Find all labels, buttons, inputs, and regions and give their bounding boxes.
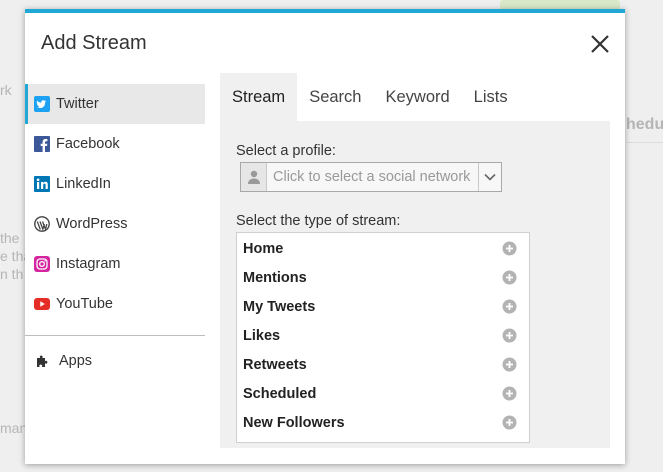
close-icon [591, 35, 609, 53]
stream-type-item[interactable]: Home [237, 234, 529, 263]
add-stream-dialog: Add Stream Twitter Facebook LinkedIn Wor… [25, 9, 625, 464]
plus-circle-icon[interactable] [502, 241, 517, 256]
sidebar-item-apps[interactable]: Apps [25, 341, 205, 381]
tab-search[interactable]: Search [297, 73, 373, 121]
background-text: rk [0, 82, 12, 98]
stream-type-item[interactable]: My Tweets [237, 292, 529, 321]
sidebar-item-label: WordPress [56, 216, 128, 232]
profile-label: Select a profile: [236, 143, 336, 159]
background-text: n th [0, 266, 24, 282]
sidebar-item-label: Instagram [56, 256, 121, 272]
linkedin-icon [34, 176, 50, 192]
wordpress-icon [34, 216, 50, 232]
sidebar-item-instagram[interactable]: Instagram [25, 244, 205, 284]
tab-lists[interactable]: Lists [462, 73, 520, 121]
stream-panel: Stream Search Keyword Lists Select a pro… [220, 73, 610, 448]
plus-circle-icon[interactable] [502, 270, 517, 285]
sidebar-item-twitter[interactable]: Twitter [25, 84, 205, 124]
twitter-icon [34, 96, 50, 112]
stream-type-label-text: Scheduled [243, 385, 317, 402]
sidebar-item-linkedin[interactable]: LinkedIn [25, 164, 205, 204]
chevron-down-icon [478, 163, 501, 191]
background-divider [626, 142, 663, 143]
stream-type-label-text: Home [243, 240, 284, 257]
close-button[interactable] [589, 33, 611, 55]
stream-type-label-text: New Followers [243, 414, 345, 431]
profile-select[interactable]: Click to select a social network [240, 162, 502, 192]
background-text: the [0, 230, 20, 246]
stream-type-item[interactable]: Likes [237, 321, 529, 350]
sidebar-item-label: LinkedIn [56, 176, 111, 192]
sidebar-item-label: Facebook [56, 136, 120, 152]
tab-stream[interactable]: Stream [220, 73, 298, 121]
plus-circle-icon[interactable] [502, 386, 517, 401]
tab-keyword[interactable]: Keyword [373, 73, 461, 121]
plus-circle-icon[interactable] [502, 328, 517, 343]
background-text: man [0, 420, 28, 436]
stream-type-label-text: Mentions [243, 269, 307, 286]
plus-circle-icon[interactable] [502, 299, 517, 314]
stream-type-item[interactable]: New Followers [237, 408, 529, 437]
instagram-icon [34, 256, 50, 272]
facebook-icon [34, 136, 50, 152]
sidebar-item-label: YouTube [56, 296, 113, 312]
plus-circle-icon[interactable] [502, 415, 517, 430]
stream-type-item[interactable]: Retweets [237, 350, 529, 379]
stream-type-list: Home Mentions My Tweets Likes Retweets Schedu… [236, 232, 530, 443]
stream-type-item[interactable]: Mentions [237, 263, 529, 292]
sidebar-item-youtube[interactable]: YouTube [25, 284, 205, 324]
puzzle-icon [35, 353, 51, 369]
background-text: hedu [626, 116, 663, 133]
stream-type-label-text: My Tweets [243, 298, 316, 315]
tab-bar: Stream Search Keyword Lists [220, 73, 610, 121]
stream-type-label: Select the type of stream: [236, 213, 401, 229]
stream-type-label-text: Likes [243, 327, 281, 344]
plus-circle-icon[interactable] [502, 357, 517, 372]
sidebar-item-label: Apps [59, 353, 93, 369]
sidebar-item-facebook[interactable]: Facebook [25, 124, 205, 164]
stream-type-item[interactable]: Scheduled [237, 379, 529, 408]
dialog-title: Add Stream [41, 32, 147, 54]
sidebar-item-label: Twitter [56, 96, 99, 112]
network-sidebar: Twitter Facebook LinkedIn WordPress Inst… [25, 84, 205, 381]
youtube-icon [34, 296, 50, 312]
user-icon [241, 163, 267, 191]
sidebar-item-wordpress[interactable]: WordPress [25, 204, 205, 244]
profile-select-placeholder: Click to select a social network [273, 169, 471, 185]
stream-type-label-text: Retweets [243, 356, 307, 373]
sidebar-divider [25, 335, 205, 336]
